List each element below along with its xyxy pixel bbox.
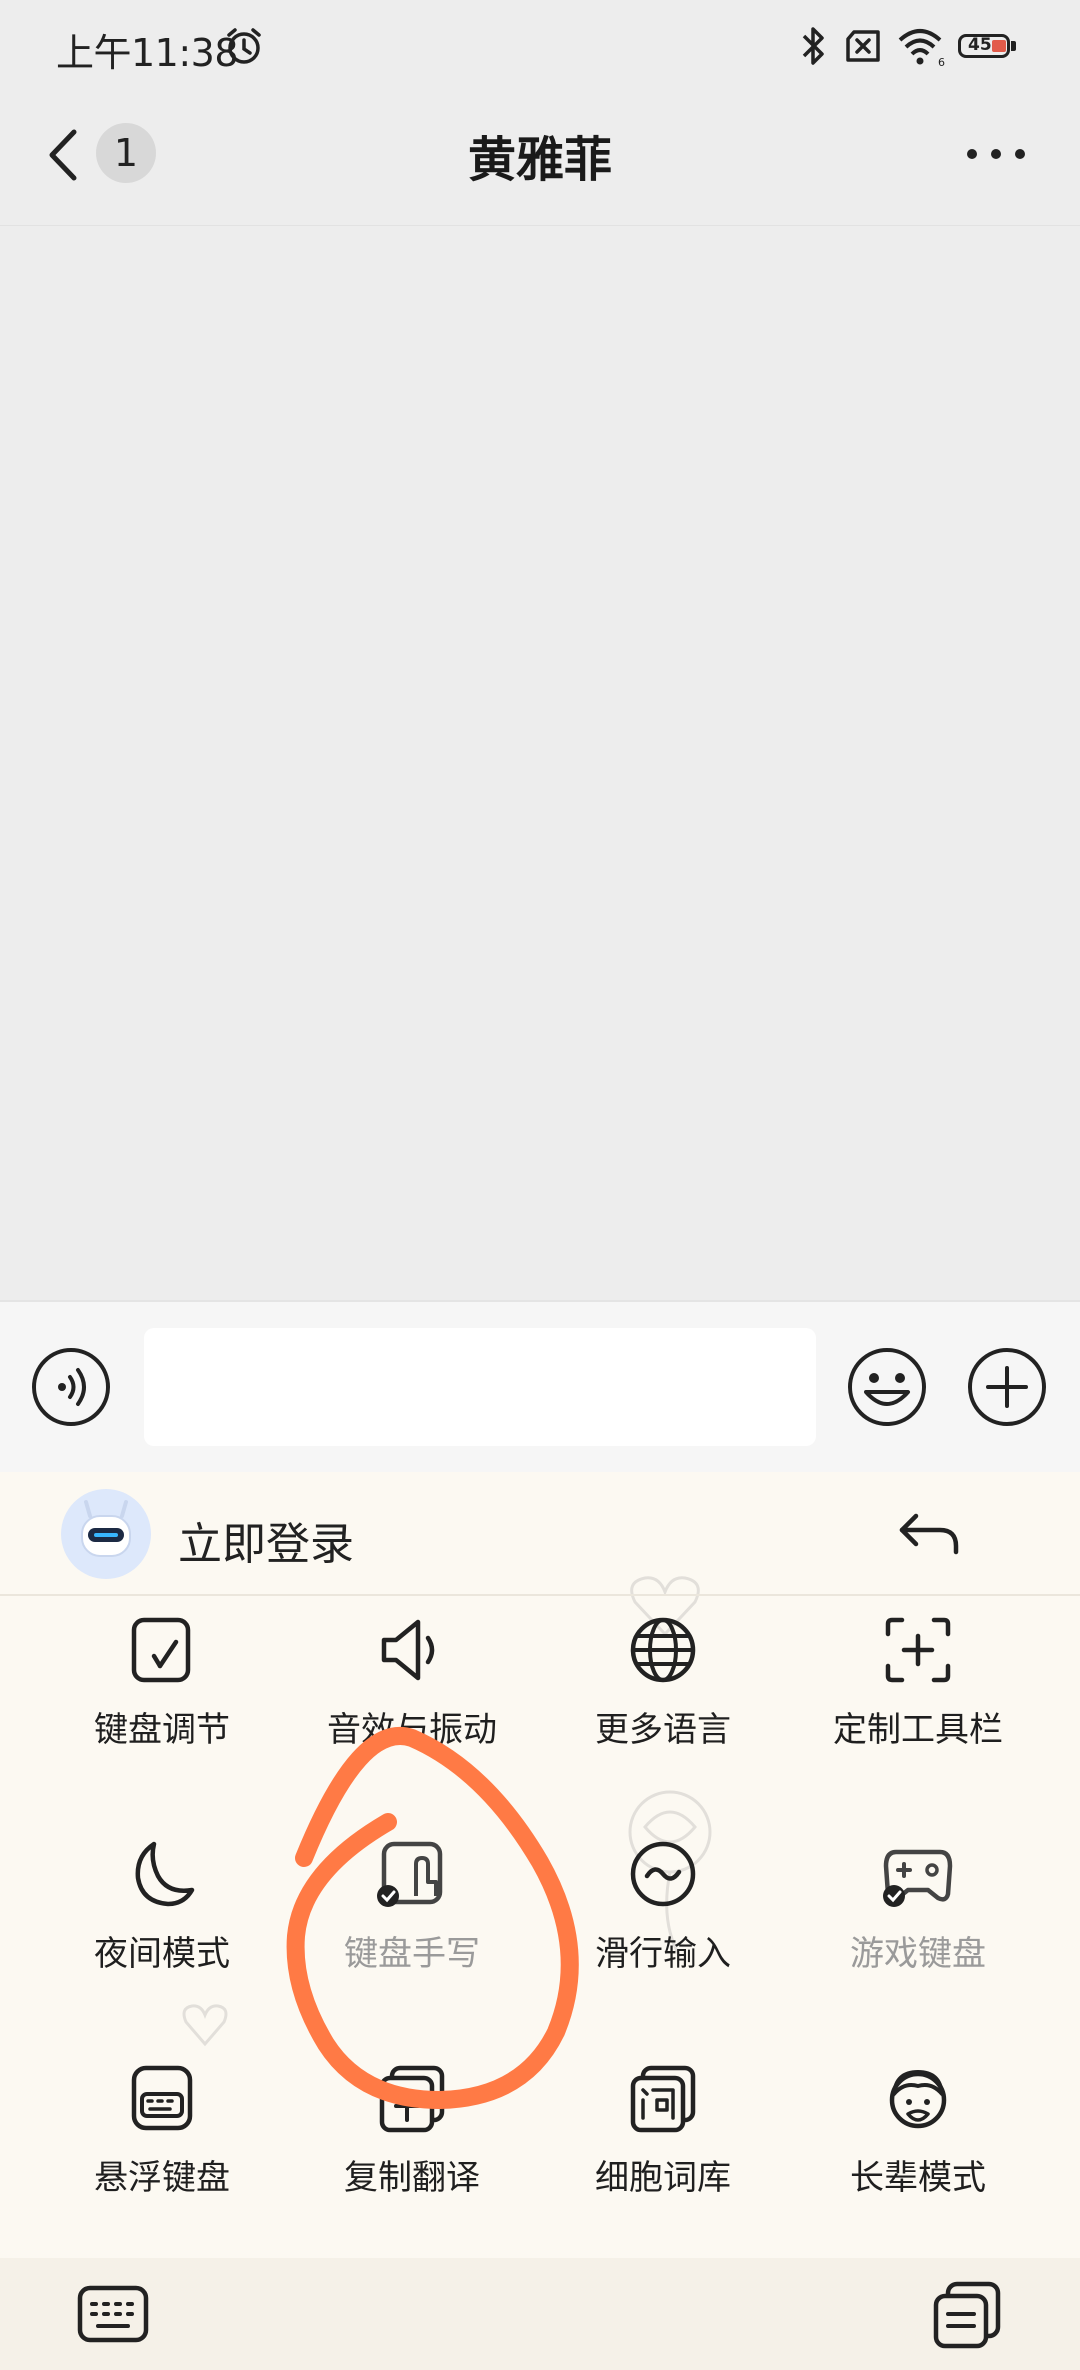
speaker-icon bbox=[381, 1619, 435, 1681]
copy-translate-icon bbox=[379, 2065, 445, 2133]
tool-label: 游戏键盘 bbox=[850, 1934, 986, 1974]
tool-label: 音效与振动 bbox=[327, 1710, 497, 1750]
tool-handwriting[interactable]: 键盘手写 bbox=[287, 1836, 537, 2036]
tool-label: 悬浮键盘 bbox=[94, 2158, 230, 2198]
handwriting-icon bbox=[377, 1841, 443, 1907]
tool-swipe-input[interactable]: 滑行输入 bbox=[538, 1836, 788, 2036]
undo-icon[interactable] bbox=[894, 1502, 964, 1562]
alarm-icon bbox=[227, 28, 261, 64]
chat-message-area[interactable] bbox=[0, 226, 1080, 1300]
keyboard-bottom-bar bbox=[0, 2258, 1080, 2370]
elder-mode-icon bbox=[889, 2070, 947, 2129]
gamepad-icon bbox=[883, 1849, 953, 1907]
voice-icon[interactable] bbox=[30, 1346, 112, 1428]
keyboard-adjust-icon bbox=[131, 1617, 191, 1683]
plus-circle-icon[interactable] bbox=[966, 1346, 1048, 1428]
keyboard-tools-panel: 立即登录 键盘调节 音效与振动 更多语言 定制工具栏 夜间模式 键盘手写 滑行输… bbox=[0, 1472, 1080, 2370]
tool-label: 滑行输入 bbox=[595, 1934, 731, 1974]
status-time: 上午11:38 bbox=[56, 31, 239, 75]
tool-label: 定制工具栏 bbox=[833, 1710, 1003, 1750]
tool-customize-toolbar[interactable]: 定制工具栏 bbox=[793, 1612, 1043, 1812]
message-input[interactable] bbox=[144, 1328, 816, 1446]
status-bar: 上午11:38 6 45 bbox=[0, 0, 1080, 100]
input-bar bbox=[0, 1300, 1080, 1474]
tool-keyboard-adjust[interactable]: 键盘调节 bbox=[37, 1612, 287, 1812]
tool-sound-vibration[interactable]: 音效与振动 bbox=[287, 1612, 537, 1812]
tool-copy-translate[interactable]: 复制翻译 bbox=[287, 2060, 537, 2260]
tool-label: 复制翻译 bbox=[344, 2158, 480, 2198]
tool-label: 键盘手写 bbox=[344, 1934, 480, 1974]
more-horizontal-icon[interactable] bbox=[964, 134, 1028, 174]
tool-more-languages[interactable]: 更多语言 bbox=[538, 1612, 788, 1812]
title-bar: 1 黄雅菲 bbox=[0, 100, 1080, 227]
swipe-input-icon bbox=[630, 1841, 696, 1907]
robot-avatar-icon[interactable] bbox=[60, 1488, 152, 1580]
battery-icon: 45 bbox=[958, 34, 1018, 62]
floating-keyboard-icon bbox=[131, 2065, 193, 2131]
wifi-icon: 6 bbox=[898, 29, 945, 68]
battery-level: 45 bbox=[968, 35, 992, 55]
chat-title: 黄雅菲 bbox=[467, 132, 612, 188]
login-label[interactable]: 立即登录 bbox=[178, 1508, 354, 1572]
tool-game-keyboard[interactable]: 游戏键盘 bbox=[793, 1836, 1043, 2036]
clipboard-icon[interactable] bbox=[930, 2280, 1004, 2350]
tool-floating-keyboard[interactable]: 悬浮键盘 bbox=[37, 2060, 287, 2260]
tool-label: 更多语言 bbox=[595, 1710, 731, 1750]
svg-text:6: 6 bbox=[938, 56, 945, 68]
keyboard-panel-header: 立即登录 bbox=[0, 1472, 1080, 1596]
keyboard-icon[interactable] bbox=[76, 2282, 150, 2346]
customize-toolbar-icon bbox=[885, 1617, 951, 1683]
globe-icon bbox=[630, 1617, 696, 1683]
cell-dictionary-icon bbox=[630, 2065, 696, 2133]
tool-label: 长辈模式 bbox=[850, 2158, 986, 2198]
tool-label: 夜间模式 bbox=[94, 1934, 230, 1974]
tool-night-mode[interactable]: 夜间模式 bbox=[37, 1836, 287, 2036]
tool-label: 键盘调节 bbox=[94, 1710, 230, 1750]
moon-icon bbox=[135, 1841, 195, 1907]
tool-elder-mode[interactable]: 长辈模式 bbox=[793, 2060, 1043, 2260]
tool-cell-dictionary[interactable]: 细胞词库 bbox=[538, 2060, 788, 2260]
bluetooth-icon bbox=[802, 27, 824, 65]
tool-label: 细胞词库 bbox=[595, 2158, 731, 2198]
sim-off-icon bbox=[846, 30, 880, 62]
emoji-icon[interactable] bbox=[846, 1346, 928, 1428]
